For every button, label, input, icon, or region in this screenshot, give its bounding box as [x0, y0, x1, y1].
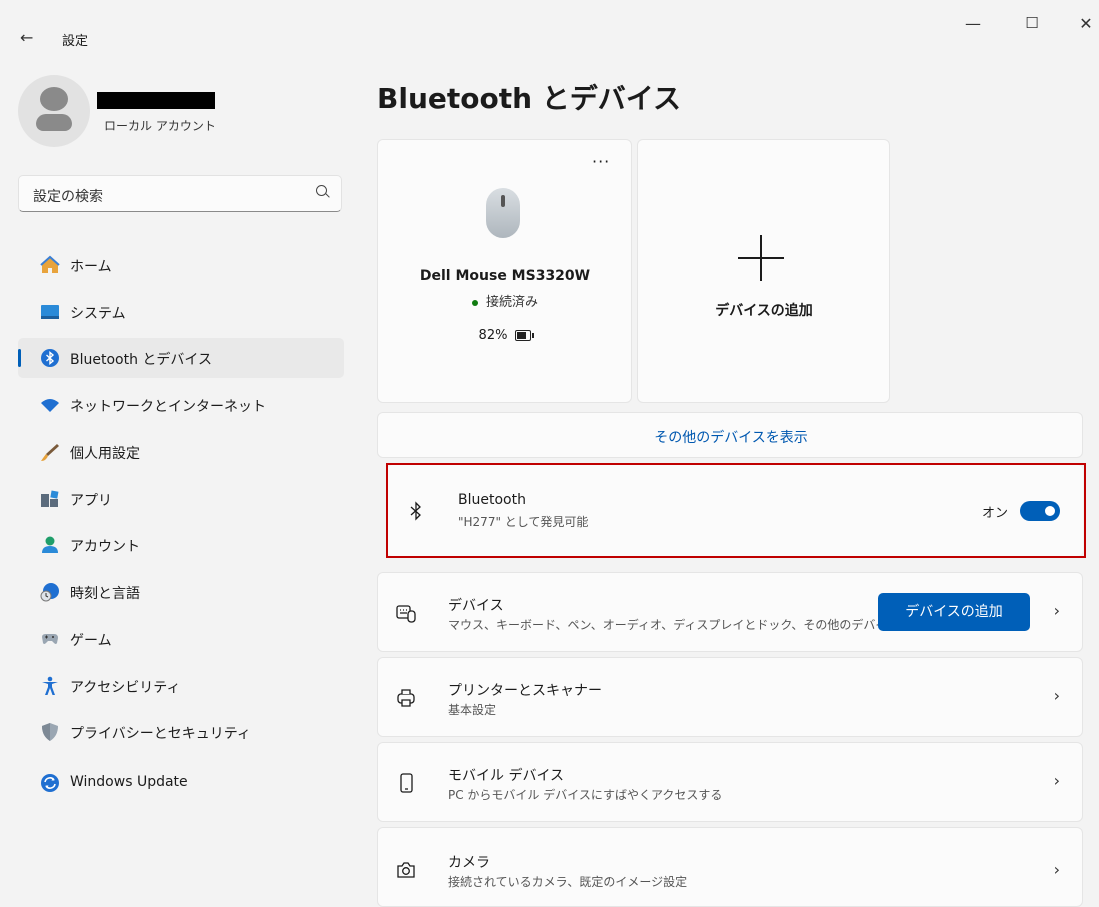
- add-device-card[interactable]: デバイスの追加: [637, 139, 890, 403]
- phone-icon: [400, 773, 413, 793]
- chevron-right-icon[interactable]: ›: [1054, 860, 1060, 879]
- brush-icon: [41, 444, 59, 461]
- sidebar-item-label: 個人用設定: [70, 446, 140, 462]
- sidebar-item-bluetooth[interactable]: Bluetooth とデバイス: [18, 338, 344, 378]
- back-arrow-icon[interactable]: ←: [20, 28, 33, 47]
- search-input[interactable]: 設定の検索: [33, 186, 103, 206]
- maximize-icon[interactable]: ☐: [1012, 14, 1052, 32]
- account-type: ローカル アカウント: [104, 119, 216, 133]
- device-card[interactable]: ··· Dell Mouse MS3320W 接続済み 82%: [377, 139, 632, 403]
- device-status-text: 接続済み: [485, 295, 538, 310]
- page-title: Bluetooth とデバイス: [377, 82, 681, 115]
- plus-icon-vertical: [760, 235, 762, 281]
- update-icon: [41, 774, 59, 792]
- camera-subtitle: 接続されているカメラ、既定のイメージ設定: [448, 875, 688, 889]
- chevron-right-icon[interactable]: ›: [1054, 771, 1060, 790]
- sidebar-item-gaming[interactable]: ゲーム: [18, 619, 344, 659]
- sidebar-item-accounts[interactable]: アカウント: [18, 525, 344, 565]
- sidebar-item-label: Bluetooth とデバイス: [70, 352, 212, 368]
- avatar-body-icon: [36, 114, 72, 131]
- accessibility-icon: [42, 676, 58, 695]
- mobile-devices-row[interactable]: モバイル デバイス PC からモバイル デバイスにすばやくアクセスする ›: [377, 742, 1083, 822]
- apps-icon: [41, 490, 59, 507]
- sidebar-item-label: ホーム: [70, 259, 112, 275]
- camera-row[interactable]: カメラ 接続されているカメラ、既定のイメージ設定 ›: [377, 827, 1083, 907]
- printers-row[interactable]: プリンターとスキャナー 基本設定 ›: [377, 657, 1083, 737]
- highlight-box: [386, 463, 1086, 558]
- more-devices-link[interactable]: その他のデバイスを表示: [378, 427, 1084, 447]
- printers-title: プリンターとスキャナー: [448, 683, 602, 699]
- shield-icon: [42, 723, 58, 741]
- sidebar-item-label: システム: [70, 306, 126, 322]
- device-battery: 82%: [378, 328, 632, 343]
- redacted-username: [97, 92, 215, 109]
- chevron-right-icon[interactable]: ›: [1054, 686, 1060, 705]
- more-options-icon[interactable]: ···: [592, 152, 610, 171]
- sidebar-item-home[interactable]: ホーム: [18, 245, 344, 285]
- devices-row[interactable]: デバイス マウス、キーボード、ペン、オーディオ、ディスプレイとドック、その他のデ…: [377, 572, 1083, 652]
- sidebar-item-network[interactable]: ネットワークとインターネット: [18, 385, 344, 425]
- add-device-button[interactable]: デバイスの追加: [878, 593, 1030, 631]
- camera-icon: [397, 862, 415, 878]
- sidebar-item-label: アプリ: [70, 493, 112, 509]
- camera-title: カメラ: [448, 855, 490, 871]
- sidebar-item-label: アカウント: [70, 539, 140, 555]
- battery-icon: [515, 330, 535, 341]
- title-bar: ← 設定 — ☐ ✕: [0, 0, 1099, 70]
- bluetooth-icon: [41, 349, 59, 367]
- home-icon: [40, 255, 60, 273]
- mobile-title: モバイル デバイス: [448, 768, 565, 784]
- sidebar-item-label: プライバシーとセキュリティ: [70, 726, 251, 742]
- chevron-right-icon[interactable]: ›: [1054, 601, 1060, 620]
- account-icon: [42, 536, 58, 553]
- sidebar-item-label: Windows Update: [70, 774, 188, 790]
- globe-clock-icon: [40, 583, 59, 602]
- sidebar-item-apps[interactable]: アプリ: [18, 479, 344, 519]
- printers-subtitle: 基本設定: [448, 703, 497, 717]
- keyboard-mouse-icon: [396, 605, 416, 623]
- app-title: 設定: [62, 34, 89, 49]
- sidebar-item-label: 時刻と言語: [70, 586, 140, 602]
- avatar[interactable]: [18, 75, 90, 147]
- system-icon: [41, 305, 59, 319]
- minimize-icon[interactable]: —: [953, 14, 993, 33]
- devices-subtitle: マウス、キーボード、ペン、オーディオ、ディスプレイとドック、その他のデバイス: [448, 618, 899, 632]
- search-icon[interactable]: [316, 185, 327, 196]
- device-status: 接続済み: [378, 291, 632, 310]
- printer-icon: [397, 689, 415, 707]
- connected-dot-icon: [471, 299, 478, 306]
- mouse-wheel-icon: [501, 195, 505, 207]
- sidebar-item-time-language[interactable]: 時刻と言語: [18, 572, 344, 612]
- sidebar-item-label: アクセシビリティ: [70, 680, 181, 696]
- battery-percent: 82%: [478, 328, 508, 343]
- selection-indicator: [18, 349, 21, 367]
- sidebar-item-windows-update[interactable]: Windows Update: [18, 763, 344, 803]
- mobile-subtitle: PC からモバイル デバイスにすばやくアクセスする: [448, 788, 723, 802]
- sidebar-item-accessibility[interactable]: アクセシビリティ: [18, 666, 344, 706]
- devices-title: デバイス: [448, 598, 504, 614]
- more-devices-bar[interactable]: その他のデバイスを表示: [377, 412, 1083, 458]
- search-box[interactable]: 設定の検索: [18, 175, 342, 212]
- sidebar-item-label: ネットワークとインターネット: [70, 399, 266, 415]
- device-name: Dell Mouse MS3320W: [419, 268, 591, 284]
- avatar-head-icon: [40, 87, 68, 111]
- add-device-label: デバイスの追加: [715, 303, 813, 319]
- close-icon[interactable]: ✕: [1066, 14, 1099, 33]
- sidebar-item-label: ゲーム: [70, 633, 112, 649]
- sidebar-item-system[interactable]: システム: [18, 292, 344, 332]
- wifi-icon: [41, 399, 59, 412]
- gamepad-icon: [42, 634, 58, 644]
- sidebar-item-personalization[interactable]: 個人用設定: [18, 432, 344, 472]
- sidebar-item-privacy[interactable]: プライバシーとセキュリティ: [18, 712, 344, 752]
